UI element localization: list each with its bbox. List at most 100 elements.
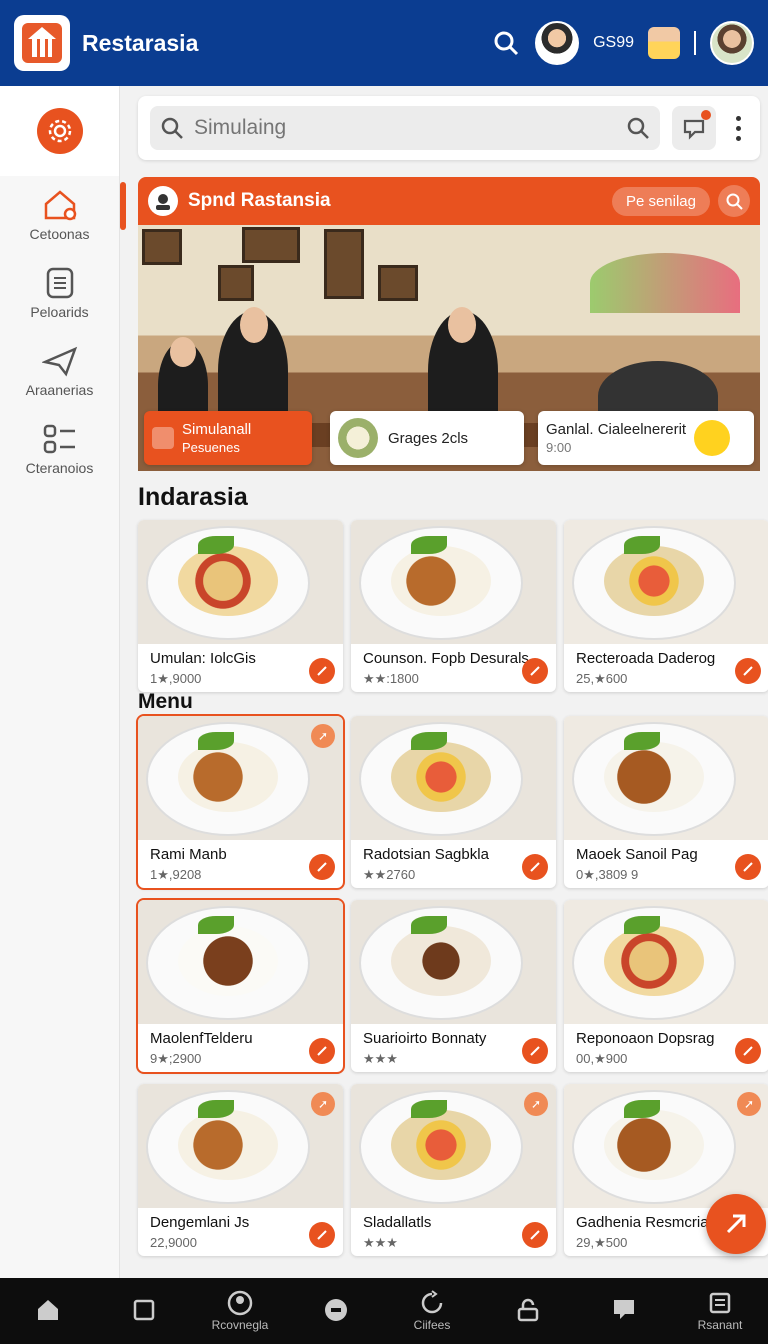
arrow-icon: [743, 1046, 753, 1056]
add-to-order-button[interactable]: [735, 854, 761, 880]
divider: [694, 31, 696, 55]
garnish: [411, 916, 447, 934]
arrow-icon: [530, 862, 540, 872]
food-card[interactable]: MaolenfTelderu 9★;2900: [136, 898, 345, 1074]
search-icon[interactable]: [491, 28, 521, 58]
search-submit-icon[interactable]: [626, 116, 650, 140]
food-card[interactable]: Counson. Fopb Desurals ★★:1800: [351, 520, 556, 692]
dish-thumbnail: [338, 418, 378, 458]
food-image: [178, 1110, 278, 1180]
garnish: [198, 916, 234, 934]
sun-icon: [694, 420, 731, 456]
favorite-badge-icon[interactable]: ➚: [311, 724, 335, 748]
profile-avatar[interactable]: [710, 21, 754, 65]
hero-card-grages[interactable]: Grages 2cls: [330, 411, 524, 465]
add-to-order-button[interactable]: [309, 854, 335, 880]
banner-search-icon[interactable]: [718, 185, 750, 217]
hero-card-ganlal[interactable]: Ganlal. Cialeelnererit 9:00: [538, 411, 754, 465]
food-image: [604, 926, 704, 996]
wall-picture: [378, 265, 418, 301]
notifications-button[interactable]: [672, 106, 716, 150]
nav-item-chat[interactable]: [584, 1297, 664, 1325]
app-title: Restarasia: [82, 29, 199, 56]
dish-price: ★★★: [363, 1235, 398, 1250]
food-card[interactable]: Maoek Sanoil Pag 0★,3809 9: [564, 716, 768, 888]
settings-button[interactable]: [36, 108, 83, 154]
user-avatar[interactable]: [535, 21, 580, 65]
garnish: [198, 732, 234, 750]
food-image: [604, 1110, 704, 1180]
nav-item-receipt[interactable]: Rsanant: [680, 1290, 760, 1332]
food-photo: [351, 520, 556, 644]
add-to-order-button[interactable]: [522, 1222, 548, 1248]
banner-title: Spnd Rastansia: [188, 190, 331, 211]
search-box[interactable]: [150, 106, 660, 150]
food-photo: [351, 900, 556, 1024]
sidebar-item-peloarids[interactable]: Peloarids: [0, 254, 119, 332]
food-photo: [138, 900, 343, 1024]
favorite-badge-icon[interactable]: ➚: [524, 1092, 548, 1116]
dish-price: ★★★: [363, 1051, 398, 1066]
search-bar: [138, 96, 760, 160]
arrow-icon: [317, 1230, 327, 1240]
food-card[interactable]: Recteroada Daderog 25,★600: [564, 520, 768, 692]
dish-price: 25,★600: [576, 671, 628, 686]
arrow-icon: [317, 1046, 327, 1056]
add-to-order-button[interactable]: [522, 1038, 548, 1064]
nav-item-account[interactable]: Rcovnegla: [200, 1290, 280, 1332]
food-card[interactable]: Reponoaon Dopsrag 00,★900: [564, 900, 768, 1072]
wall-picture: [324, 229, 364, 299]
list-icon: [42, 422, 78, 456]
banner-filter-pill[interactable]: Pe senilag: [611, 186, 710, 216]
add-to-order-button[interactable]: [309, 1222, 335, 1248]
nav-item-lock[interactable]: [488, 1297, 568, 1325]
app-logo[interactable]: [14, 15, 70, 71]
chat-icon: [611, 1297, 637, 1323]
food-card[interactable]: Suarioirto Bonnaty ★★★: [351, 900, 556, 1072]
food-image: [604, 742, 704, 812]
add-to-order-button[interactable]: [735, 658, 761, 684]
hero-card-simulanall[interactable]: Simulanall Pesuenes: [144, 411, 312, 465]
favorite-badge-icon[interactable]: ➚: [311, 1092, 335, 1116]
dish-name: Recteroada Daderog: [576, 650, 716, 667]
food-image: [604, 546, 704, 616]
sidebar-item-cetoonas[interactable]: Cetoonas: [0, 176, 126, 254]
add-to-order-button[interactable]: [522, 658, 548, 684]
food-card[interactable]: ➚ Rami Manb 1★,9208: [136, 714, 345, 890]
search-input[interactable]: [194, 116, 626, 140]
home-icon: [35, 1297, 61, 1323]
dish-name: Suarioirto Bonnaty: [363, 1030, 487, 1047]
nav-item-home[interactable]: [8, 1297, 88, 1325]
nav-item-label: Rcovnegla: [211, 1318, 269, 1332]
secondary-avatar[interactable]: [648, 27, 680, 59]
menu-grid: ➚ Rami Manb 1★,9208 Radotsian Sagbkla ★★2760…: [136, 714, 768, 1256]
garnish: [624, 732, 660, 750]
add-to-order-button[interactable]: [309, 1038, 335, 1064]
nav-item-record[interactable]: [296, 1297, 376, 1325]
food-card[interactable]: Radotsian Sagbkla ★★2760: [351, 716, 556, 888]
nav-item-square[interactable]: [104, 1297, 184, 1325]
arrow-icon: [530, 1046, 540, 1056]
open-external-button[interactable]: [706, 1194, 766, 1254]
dish-name: Counson. Fopb Desurals: [363, 650, 529, 667]
dish-price: ★★:1800: [363, 671, 419, 686]
sidebar-item-araanerias[interactable]: Araanerias: [0, 332, 119, 410]
add-to-order-button[interactable]: [309, 658, 335, 684]
add-to-order-button[interactable]: [522, 854, 548, 880]
nav-item-refresh[interactable]: Ciifees: [392, 1290, 472, 1332]
garnish: [411, 1100, 447, 1118]
arrow-icon: [317, 666, 327, 676]
dish-price: 9★;2900: [150, 1051, 202, 1066]
food-card[interactable]: Umulan: IolcGis 1★,9000: [138, 520, 343, 692]
food-card[interactable]: ➚ Dengemlani Js 22,9000: [138, 1084, 343, 1256]
restaurant-hero-photo: Simulanall Pesuenes Grages 2cls Ganlal. …: [138, 225, 760, 471]
arrow-up-right-icon: [726, 1214, 746, 1234]
dish-name: Sladallatls: [363, 1214, 432, 1231]
more-options-icon[interactable]: [728, 113, 748, 143]
food-card[interactable]: ➚ Sladallatls ★★★: [351, 1084, 556, 1256]
document-icon: [42, 266, 78, 300]
nav-item-label: Rsanant: [697, 1318, 743, 1332]
add-to-order-button[interactable]: [735, 1038, 761, 1064]
favorite-badge-icon[interactable]: ➚: [737, 1092, 761, 1116]
sidebar-item-cteranoios[interactable]: Cteranoios: [0, 410, 119, 488]
